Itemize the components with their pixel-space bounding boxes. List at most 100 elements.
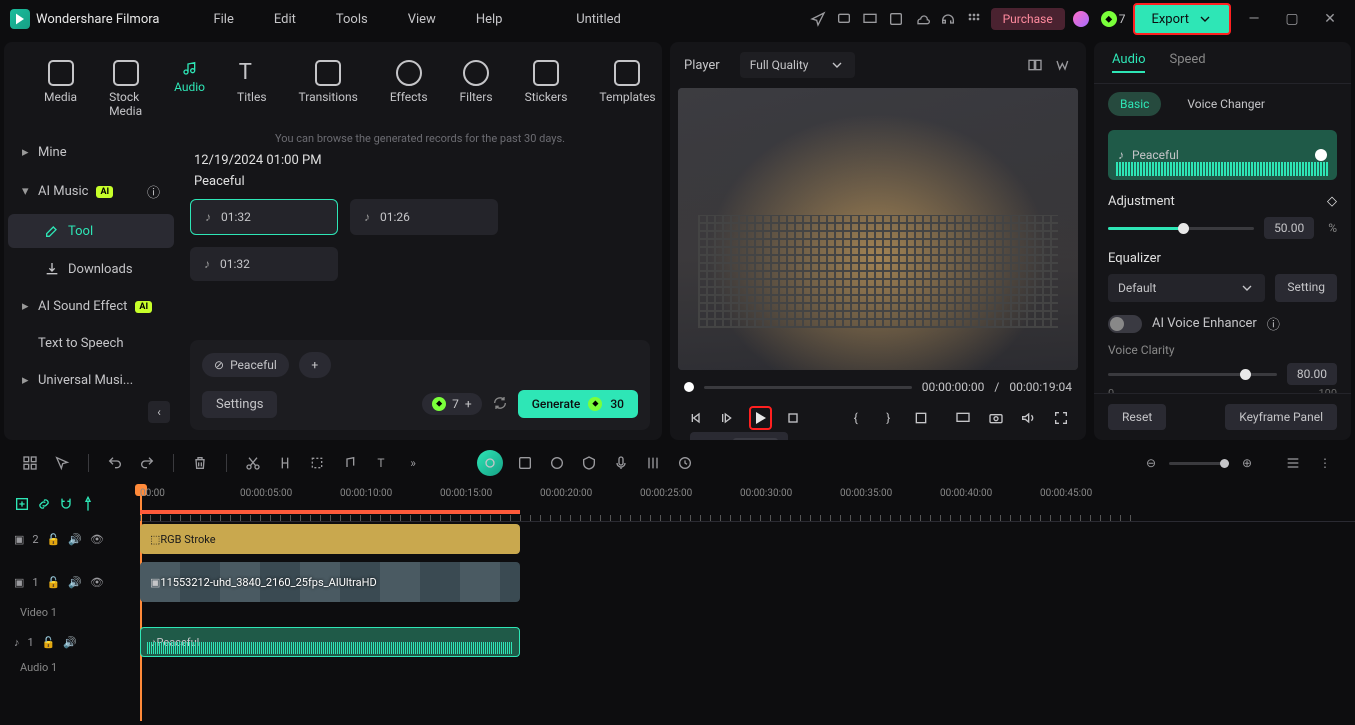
- music-tool[interactable]: [339, 453, 359, 473]
- headphones-icon[interactable]: [939, 10, 957, 28]
- sidebar-item-tool[interactable]: Tool: [8, 214, 174, 248]
- volume-button[interactable]: [1017, 406, 1040, 430]
- menu-edit[interactable]: Edit: [266, 8, 304, 31]
- tab-transitions[interactable]: Transitions: [287, 56, 370, 122]
- sidebar-item-tts[interactable]: ▸Text to Speech: [8, 327, 174, 360]
- undo-button[interactable]: [105, 453, 125, 473]
- generate-button[interactable]: Generate⬥30: [518, 390, 638, 418]
- step-back-button[interactable]: [717, 406, 740, 430]
- add-tag-button[interactable]: +: [299, 352, 331, 378]
- record-tool[interactable]: [547, 453, 567, 473]
- scrub-handle[interactable]: [684, 382, 694, 392]
- list-view-button[interactable]: [1283, 453, 1303, 473]
- eq-preset-select[interactable]: Default: [1108, 274, 1265, 302]
- tab-audio-props[interactable]: Audio: [1112, 52, 1145, 73]
- text-tool[interactable]: T: [371, 453, 391, 473]
- menu-file[interactable]: File: [205, 8, 241, 31]
- send-icon[interactable]: [809, 10, 827, 28]
- more-tools[interactable]: »: [403, 453, 423, 473]
- subtab-voice-changer[interactable]: Voice Changer: [1175, 92, 1277, 116]
- selection-range[interactable]: [140, 510, 520, 514]
- timeline-settings-button[interactable]: ⋮: [1315, 453, 1335, 473]
- tab-stickers[interactable]: Stickers: [513, 56, 580, 122]
- sidebar-item-downloads[interactable]: Downloads: [8, 252, 174, 286]
- reset-button[interactable]: Reset: [1108, 404, 1166, 430]
- clip-slider[interactable]: [1315, 149, 1327, 161]
- eq-setting-button[interactable]: Setting: [1275, 274, 1337, 302]
- menu-tools[interactable]: Tools: [328, 8, 376, 31]
- save-icon[interactable]: [887, 10, 905, 28]
- maximize-button[interactable]: ▢: [1277, 9, 1307, 29]
- mic-tool[interactable]: [611, 453, 631, 473]
- settings-button[interactable]: Settings: [202, 391, 277, 418]
- compare-icon[interactable]: [1026, 56, 1044, 74]
- zoom-slider[interactable]: [1169, 462, 1229, 465]
- purchase-button[interactable]: Purchase: [991, 8, 1065, 30]
- tab-templates[interactable]: Templates: [587, 56, 662, 122]
- ai-voice-toggle[interactable]: [1108, 315, 1142, 333]
- link-icon[interactable]: [36, 496, 52, 515]
- gen-clip-1[interactable]: ♪01:32: [190, 199, 338, 235]
- adjustment-value[interactable]: 50.00: [1264, 217, 1314, 239]
- magnet-icon[interactable]: [58, 496, 74, 515]
- adjustment-slider[interactable]: [1108, 227, 1254, 230]
- prev-frame-button[interactable]: [684, 406, 707, 430]
- zoom-out-button[interactable]: ⊖: [1141, 453, 1161, 473]
- gen-clip-2[interactable]: ♪01:26: [350, 199, 498, 235]
- sidebar-collapse-button[interactable]: ‹: [148, 401, 170, 423]
- snapshot-preview-icon[interactable]: [1054, 56, 1072, 74]
- clarity-slider[interactable]: [1108, 373, 1277, 376]
- tab-stock-media[interactable]: Stock Media: [97, 56, 154, 122]
- subtab-basic[interactable]: Basic: [1108, 92, 1161, 116]
- fullscreen-button[interactable]: [1050, 406, 1073, 430]
- clip-audio[interactable]: ♪ Peaceful: [140, 627, 520, 657]
- export-button[interactable]: Export: [1133, 3, 1231, 35]
- zoom-in-button[interactable]: ⊕: [1237, 453, 1257, 473]
- select-tool[interactable]: [52, 453, 72, 473]
- crop-button[interactable]: [910, 406, 933, 430]
- marker-icon[interactable]: [80, 496, 96, 515]
- crop-tool[interactable]: [307, 453, 327, 473]
- redo-button[interactable]: [137, 453, 157, 473]
- mark-out-button[interactable]: }: [877, 406, 900, 430]
- stop-button[interactable]: [782, 406, 805, 430]
- audio-clip-preview[interactable]: ♪ Peaceful: [1108, 130, 1337, 180]
- cut-button[interactable]: [243, 453, 263, 473]
- timeline-ruler[interactable]: 00:0000:00:05:0000:00:10:0000:00:15:0000…: [140, 488, 1355, 522]
- refresh-button[interactable]: [492, 395, 508, 414]
- profile-badge[interactable]: [1073, 11, 1089, 27]
- info-icon[interactable]: ⓘ: [1267, 314, 1280, 333]
- close-button[interactable]: ✕: [1315, 9, 1345, 29]
- sidebar-item-universal[interactable]: ▸Universal Musi...: [8, 364, 174, 397]
- delete-button[interactable]: [190, 453, 210, 473]
- mark-in-button[interactable]: {: [845, 406, 868, 430]
- tab-filters[interactable]: Filters: [448, 56, 505, 122]
- cost-pill[interactable]: ⬥7 +: [422, 393, 482, 415]
- eye-icon[interactable]: 👁: [90, 533, 104, 546]
- credits-badge[interactable]: ⬥7: [1101, 11, 1126, 27]
- minimize-button[interactable]: —: [1239, 9, 1269, 29]
- split-button[interactable]: [275, 453, 295, 473]
- enhance-tool[interactable]: [515, 453, 535, 473]
- ai-button[interactable]: [477, 450, 503, 476]
- gen-clip-3[interactable]: ♪01:32: [190, 247, 338, 281]
- display-button[interactable]: [952, 406, 975, 430]
- clip-fx[interactable]: ⬚ RGB Stroke: [140, 524, 520, 554]
- tab-titles[interactable]: TTitles: [225, 56, 278, 122]
- tag-peaceful[interactable]: ⊘ Peaceful: [202, 353, 289, 377]
- snapshot-button[interactable]: [985, 406, 1008, 430]
- menu-help[interactable]: Help: [468, 8, 511, 31]
- shield-tool[interactable]: [579, 453, 599, 473]
- speed-tool[interactable]: [675, 453, 695, 473]
- tab-audio[interactable]: Audio: [162, 56, 217, 122]
- clip-video[interactable]: ▣ 11553212-uhd_3840_2160_25fps_AIUltraHD: [140, 562, 520, 602]
- tab-speed-props[interactable]: Speed: [1169, 52, 1205, 73]
- scrubber[interactable]: 00:00:00:00 / 00:00:19:04: [670, 370, 1086, 400]
- add-track-icon[interactable]: [14, 496, 30, 515]
- grid-icon[interactable]: [965, 10, 983, 28]
- sidebar-item-ai-music[interactable]: ▾AI MusicAIⓘ: [8, 173, 174, 210]
- quality-select[interactable]: Full Quality: [740, 52, 855, 78]
- lock-icon[interactable]: 🔓: [47, 533, 61, 546]
- mixer-tool[interactable]: [643, 453, 663, 473]
- dashboard-icon[interactable]: [20, 453, 40, 473]
